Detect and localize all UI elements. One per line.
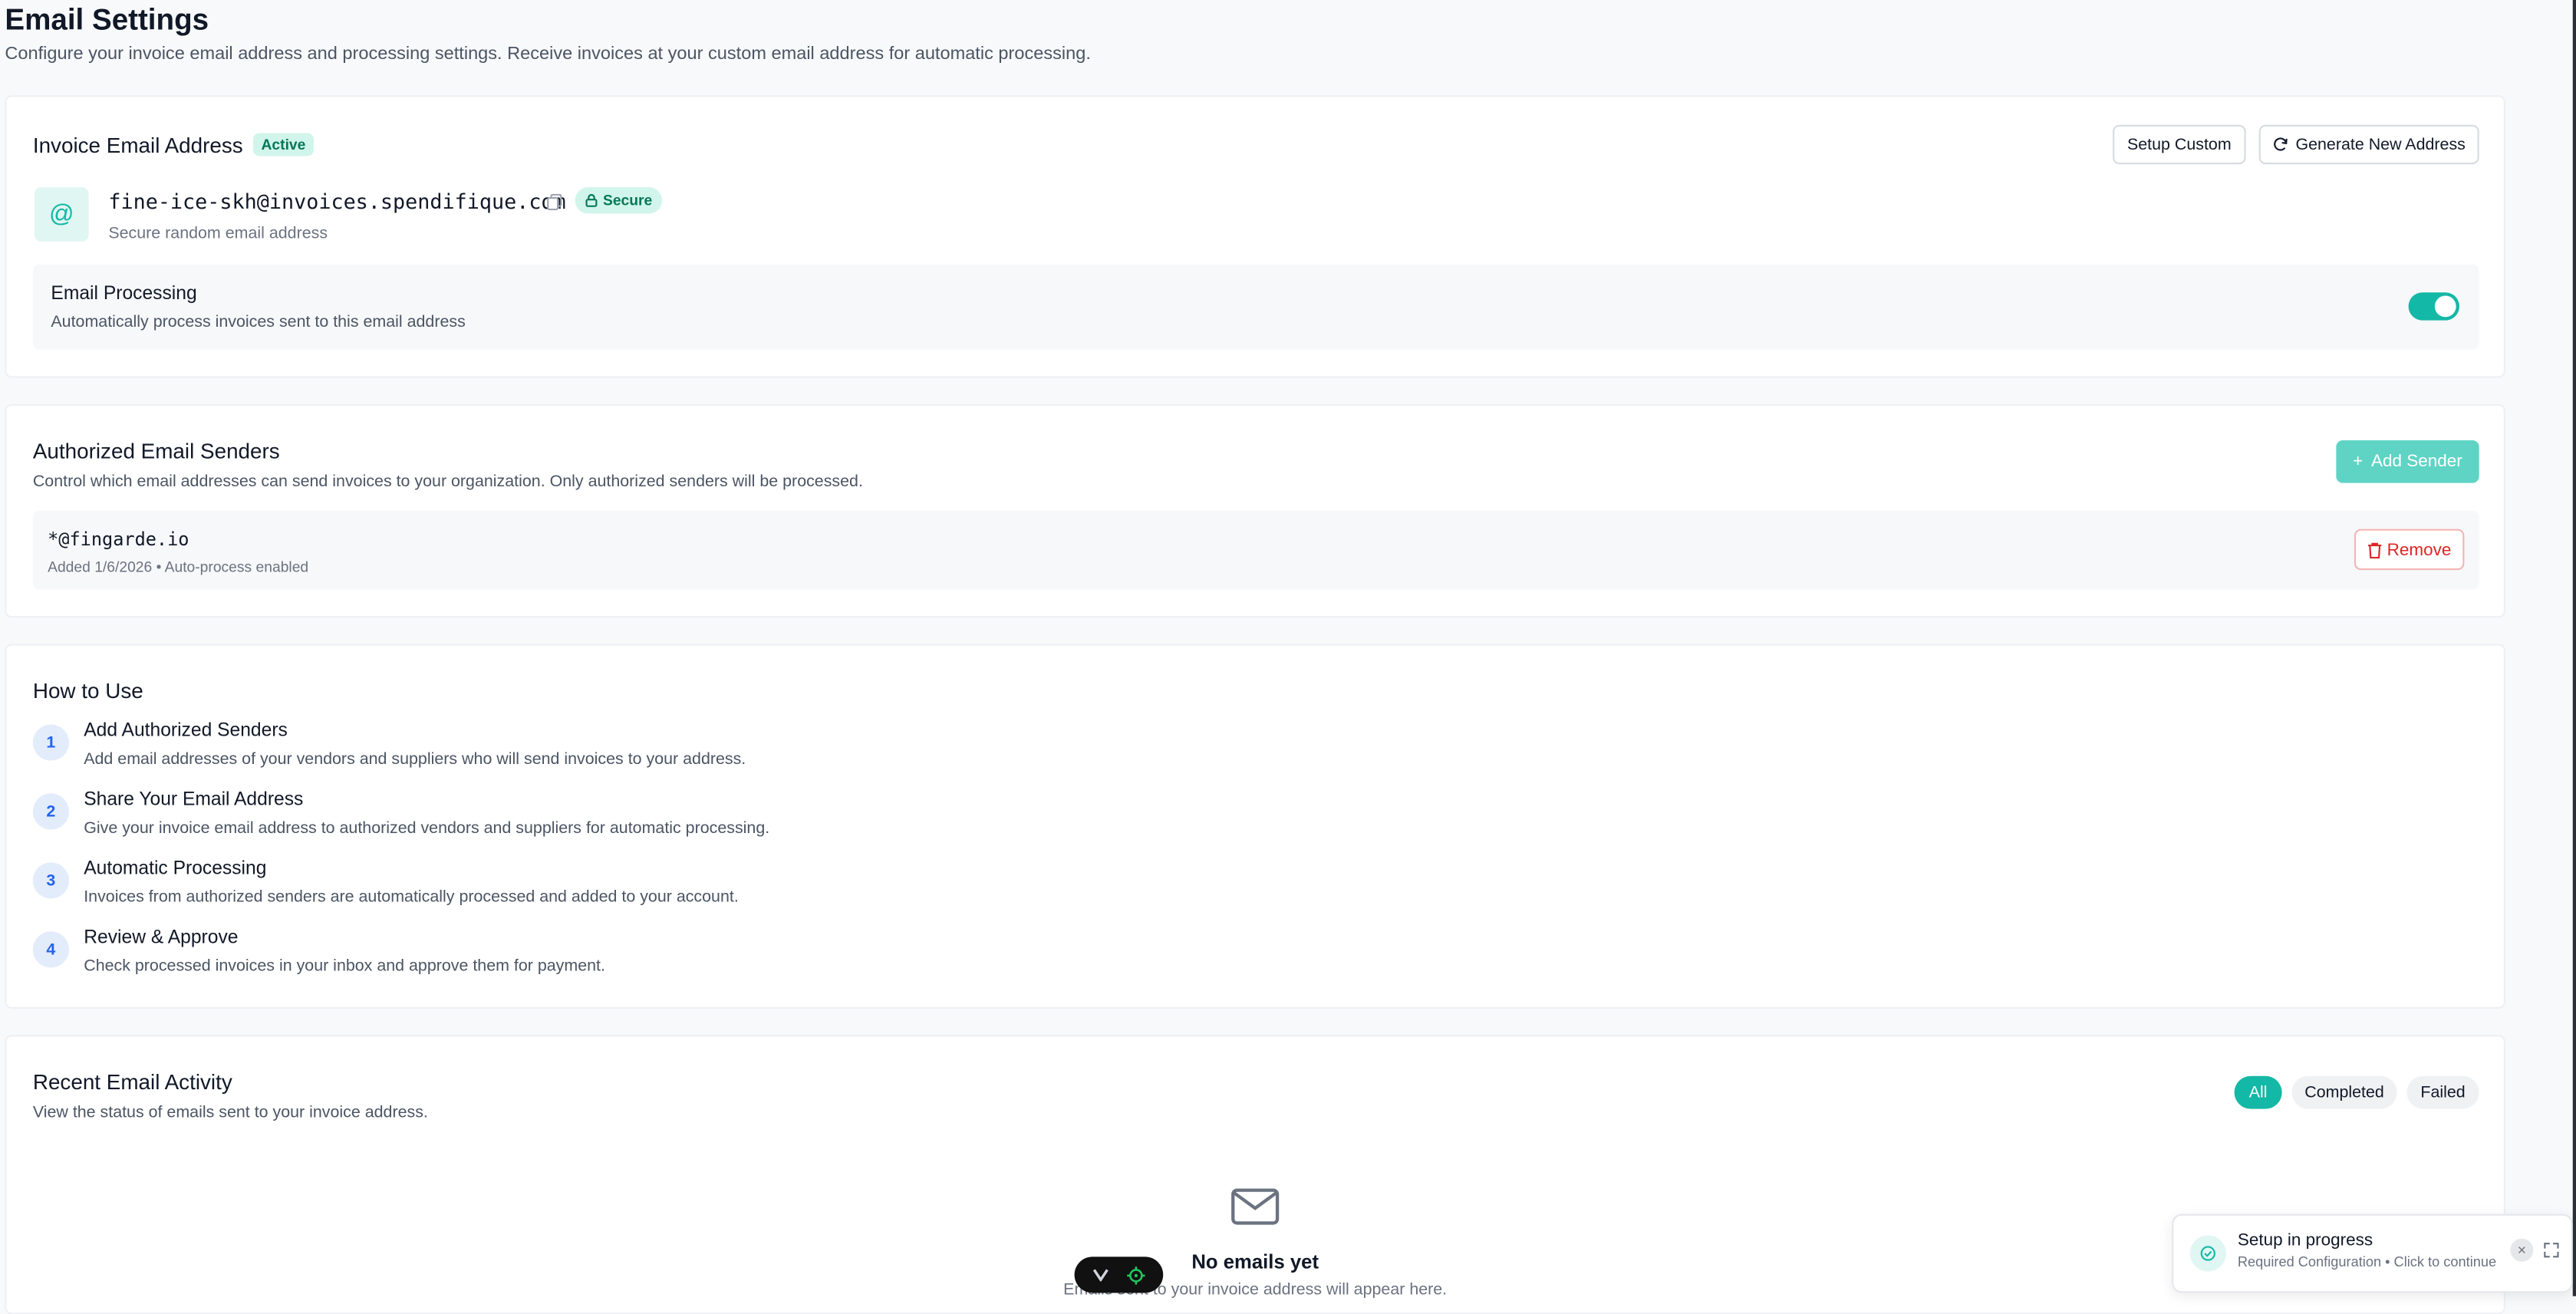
page-title: Email Settings xyxy=(5,3,209,37)
add-sender-label: Add Sender xyxy=(2371,451,2462,472)
filter-all[interactable]: All xyxy=(2234,1075,2282,1109)
target-icon[interactable] xyxy=(1126,1266,1145,1284)
lock-icon xyxy=(585,193,598,207)
email-processing-row: Email Processing Automatically process i… xyxy=(32,264,2479,351)
app-root: Email Settings Configure your invoice em… xyxy=(0,0,2576,1314)
invoice-email-card: Invoice Email Address Active Setup Custo… xyxy=(5,95,2505,378)
step-desc: Check processed invoices in your inbox a… xyxy=(84,957,605,976)
step-desc: Give your invoice email address to autho… xyxy=(84,819,770,838)
senders-title: Authorized Email Senders xyxy=(32,438,280,463)
step-title: Review & Approve xyxy=(84,928,239,948)
step-number: 4 xyxy=(32,931,69,968)
at-icon: @ xyxy=(34,187,89,242)
plus-icon: + xyxy=(2353,451,2364,472)
sender-address: *@fingarde.io xyxy=(48,529,189,551)
scrollbar[interactable] xyxy=(2572,0,2576,1296)
toast-subtitle: Required Configuration • Click to contin… xyxy=(2237,1253,2497,1270)
secure-badge: Secure xyxy=(575,187,663,214)
refresh-icon xyxy=(2274,137,2288,151)
setup-custom-button[interactable]: Setup Custom xyxy=(2113,124,2246,165)
toast-title: Setup in progress xyxy=(2237,1230,2373,1250)
generate-new-address-button[interactable]: Generate New Address xyxy=(2258,124,2479,165)
copy-icon[interactable] xyxy=(547,193,562,211)
filter-failed[interactable]: Failed xyxy=(2406,1075,2479,1109)
how-to-title: How to Use xyxy=(32,678,143,703)
close-icon[interactable]: × xyxy=(2510,1238,2534,1262)
processing-title: Email Processing xyxy=(51,284,197,305)
setup-custom-label: Setup Custom xyxy=(2126,135,2232,154)
secure-label: Secure xyxy=(602,192,653,209)
remove-label: Remove xyxy=(2387,539,2452,560)
invoice-email-address: fine-ice-skh@invoices.spendifique.com xyxy=(108,189,565,213)
add-sender-button[interactable]: + Add Sender xyxy=(2336,440,2479,483)
empty-title: No emails yet xyxy=(1191,1250,1319,1273)
check-circle-icon xyxy=(2189,1235,2226,1272)
filter-completed[interactable]: Completed xyxy=(2291,1075,2397,1109)
senders-description: Control which email addresses can send i… xyxy=(32,473,863,492)
recent-activity-card: Recent Email Activity View the status of… xyxy=(5,1035,2505,1314)
step-number: 1 xyxy=(32,724,69,761)
step-number: 2 xyxy=(32,793,69,830)
generate-label: Generate New Address xyxy=(2295,135,2466,154)
floating-toolbar[interactable] xyxy=(1074,1256,1164,1293)
email-processing-toggle[interactable] xyxy=(2408,292,2459,321)
step-title: Add Authorized Senders xyxy=(84,721,288,741)
invoice-email-title: Invoice Email Address xyxy=(32,133,243,158)
setup-toast[interactable]: Setup in progress Required Configuration… xyxy=(2172,1214,2573,1293)
activity-title: Recent Email Activity xyxy=(32,1069,232,1095)
activity-description: View the status of emails sent to your i… xyxy=(32,1104,428,1122)
step-desc: Add email addresses of your vendors and … xyxy=(84,750,746,769)
sender-meta: Added 1/6/2026 • Auto-process enabled xyxy=(48,558,309,575)
remove-sender-button[interactable]: Remove xyxy=(2354,529,2465,571)
address-note: Secure random email address xyxy=(108,225,328,243)
page-subtitle: Configure your invoice email address and… xyxy=(5,44,1091,64)
authorized-senders-card: Authorized Email Senders Control which e… xyxy=(5,403,2505,618)
step-title: Share Your Email Address xyxy=(84,790,304,810)
step-number: 3 xyxy=(32,862,69,899)
step-desc: Invoices from authorized senders are aut… xyxy=(84,888,739,907)
mail-icon xyxy=(1231,1188,1280,1225)
step-title: Automatic Processing xyxy=(84,859,267,879)
processing-desc: Automatically process invoices sent to t… xyxy=(51,314,466,332)
email-address-text: fine-ice-skh@invoices.spendifique.com xyxy=(108,189,566,214)
trash-icon xyxy=(2367,542,2382,558)
expand-icon[interactable] xyxy=(2543,1242,2559,1258)
empty-desc: Emails sent to your invoice address will… xyxy=(1063,1281,1448,1300)
how-to-use-card: How to Use 1 Add Authorized Senders Add … xyxy=(5,644,2505,1009)
chevron-down-icon[interactable] xyxy=(1093,1268,1109,1282)
sender-row: *@fingarde.io Added 1/6/2026 • Auto-proc… xyxy=(32,511,2479,590)
status-badge: Active xyxy=(252,133,315,156)
